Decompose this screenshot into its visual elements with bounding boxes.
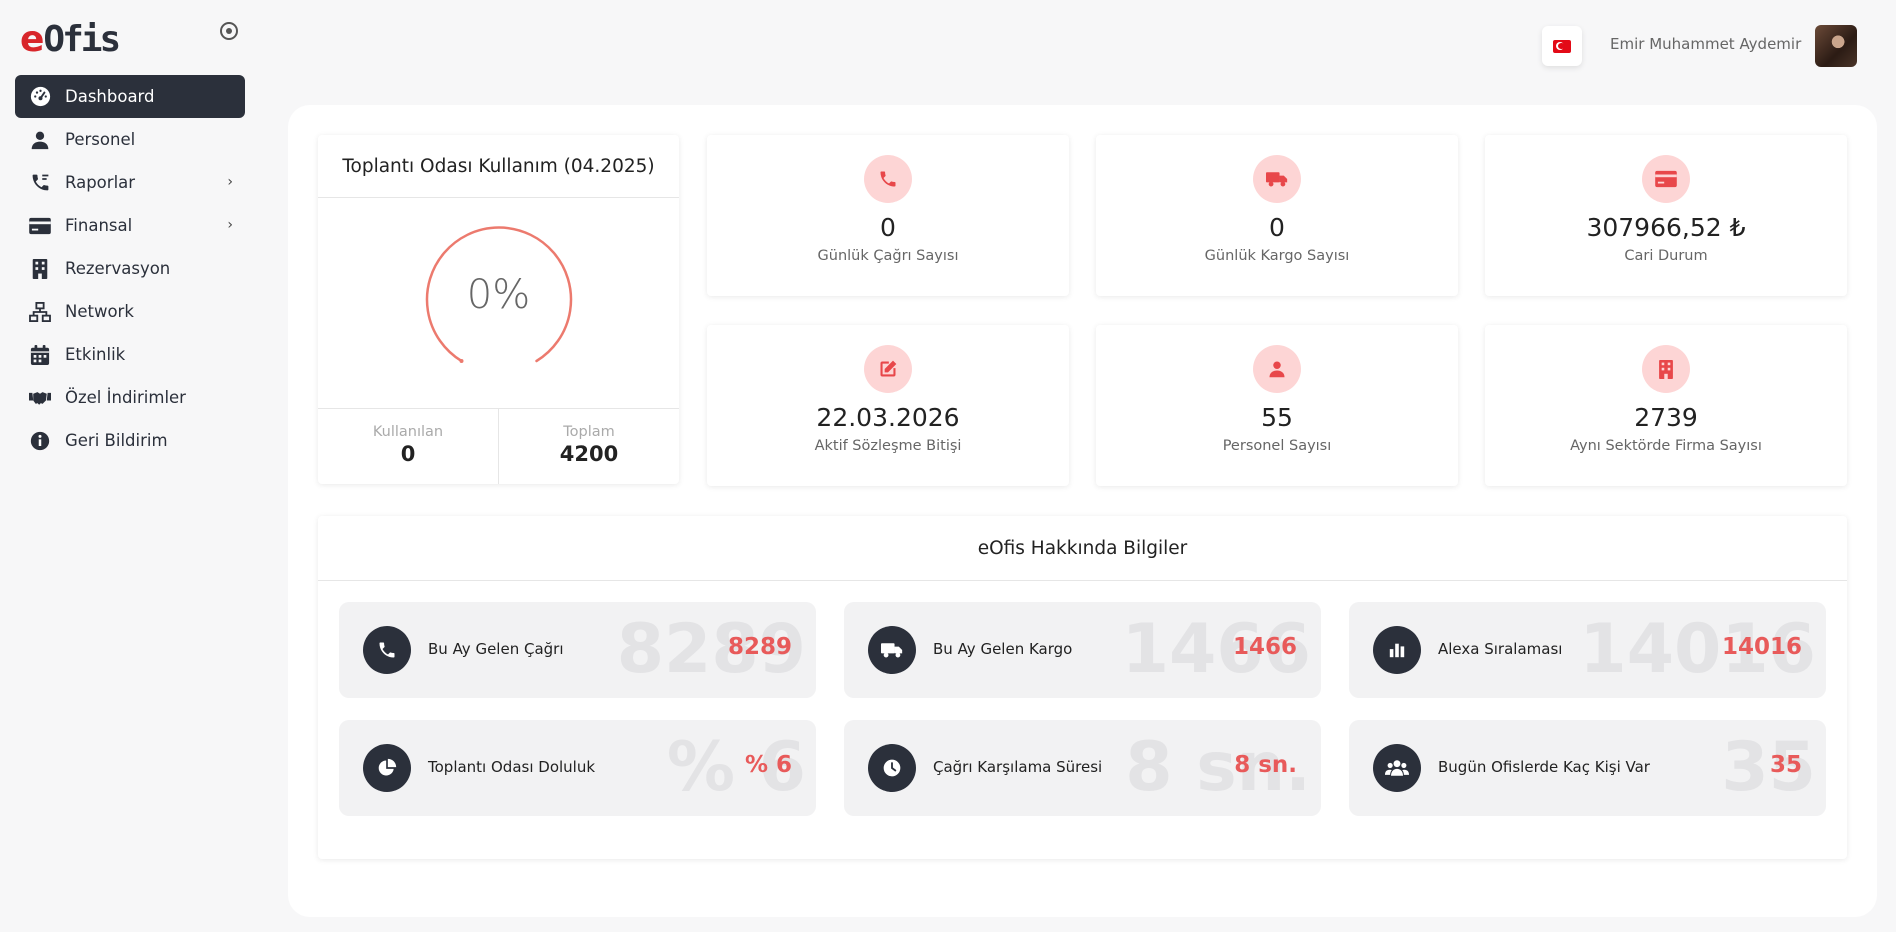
monthly-calls-box: 8289 Bu Ay Gelen Çağrı 8289 [339,602,816,698]
phone-icon [363,626,411,674]
sidebar-item-finansal[interactable]: Finansal › [15,204,245,247]
stat-label: Günlük Çağrı Sayısı [817,248,959,264]
language-selector[interactable] [1542,26,1582,66]
info-label: Bu Ay Gelen Çağrı [428,640,564,658]
daily-cargo-card: 0 Günlük Kargo Sayısı [1096,135,1458,296]
gauge-percent: 0% [466,272,531,318]
used-value: 0 [400,442,416,466]
sidebar-toggle-icon[interactable] [220,22,238,40]
info-icon [29,430,51,452]
meeting-room-occupancy-box: % 6 Toplantı Odası Doluluk % 6 [339,720,816,816]
info-value: 14016 [1721,634,1802,660]
chevron-right-icon: › [227,174,233,190]
stat-label: Personel Sayısı [1222,438,1332,454]
total-label: Toplam [563,424,615,440]
used-label: Kullanılan [372,424,444,440]
building-icon [29,258,51,280]
building-icon [1642,345,1690,393]
network-icon [29,301,51,323]
clock-icon [868,744,916,792]
phone-icon [864,155,912,203]
sidebar: eOfis Dashboard Personel Raporlar › Fina… [0,0,260,932]
stat-value: 2739 [1634,403,1698,432]
truck-icon [868,626,916,674]
sidebar-item-label: Geri Bildirim [65,431,168,450]
sidebar-item-label: Rezervasyon [65,259,171,278]
user-icon [1253,345,1301,393]
info-value: 1466 [1232,634,1297,660]
stat-label: Cari Durum [1624,248,1708,264]
info-value: 35 [1769,752,1802,778]
sidebar-item-label: Dashboard [65,87,155,106]
same-sector-firms-card: 2739 Aynı Sektörde Firma Sayısı [1485,325,1847,486]
stat-value: 307966,52 ₺ [1586,213,1746,242]
total-value: 4200 [559,442,619,466]
stat-value: 22.03.2026 [816,403,960,432]
user-name[interactable]: Emir Muhammet Aydemir [1610,35,1801,53]
sidebar-menu: Dashboard Personel Raporlar › Finansal › [15,75,245,462]
sidebar-item-label: Network [65,302,134,321]
sidebar-item-network[interactable]: Network [15,290,245,333]
stat-value: 0 [1269,213,1285,242]
sidebar-item-geri-bildirim[interactable]: Geri Bildirim [15,419,245,462]
eofis-logo[interactable]: eOfis [20,18,121,62]
sidebar-item-label: Özel İndirimler [65,388,186,407]
users-icon [1373,744,1421,792]
total-stat: Toplam 4200 [498,409,679,484]
credit-card-icon [29,215,51,237]
logo-text: Ofis [43,19,121,60]
chevron-right-icon: › [227,217,233,233]
sidebar-item-raporlar[interactable]: Raporlar › [15,161,245,204]
info-label: Çağrı Karşılama Süresi [933,758,1103,776]
stat-value: 55 [1261,403,1293,432]
people-in-offices-box: 35 Bugün Ofislerde Kaç Kişi Var 35 [1349,720,1826,816]
info-value: 8289 [727,634,792,660]
sidebar-item-etkinlik[interactable]: Etkinlik [15,333,245,376]
staff-count-card: 55 Personel Sayısı [1096,325,1458,486]
stat-label: Aktif Sözleşme Bitişi [814,438,962,454]
avatar[interactable] [1815,25,1857,67]
sidebar-item-ozel-indirimler[interactable]: Özel İndirimler [15,376,245,419]
edit-icon [864,345,912,393]
info-label: Alexa Sıralaması [1438,640,1563,658]
sidebar-item-label: Etkinlik [65,345,126,364]
turkey-flag-icon [1553,39,1571,53]
info-value: % 6 [744,752,792,778]
sidebar-item-label: Finansal [65,216,133,235]
daily-calls-card: 0 Günlük Çağrı Sayısı [707,135,1069,296]
handshake-icon [29,387,51,409]
monthly-cargo-box: 1466 Bu Ay Gelen Kargo 1466 [844,602,1321,698]
eofis-info-card: eOfis Hakkında Bilgiler 8289 Bu Ay Gelen… [318,516,1847,859]
pie-chart-icon [363,744,411,792]
info-label: Toplantı Odası Doluluk [428,758,596,776]
meeting-room-usage-card: Toplantı Odası Kullanım (04.2025) 0% Kul… [318,135,679,484]
stat-label: Günlük Kargo Sayısı [1204,248,1350,264]
truck-icon [1253,155,1301,203]
info-label: Bu Ay Gelen Kargo [933,640,1073,658]
stat-value: 0 [880,213,896,242]
calendar-icon [29,344,51,366]
dashboard-icon [29,86,51,108]
sidebar-item-dashboard[interactable]: Dashboard [15,75,245,118]
user-icon [29,129,51,151]
info-title: eOfis Hakkında Bilgiler [318,516,1847,581]
info-value: 8 sn. [1234,752,1297,778]
sidebar-item-label: Personel [65,130,136,149]
alexa-rank-box: 14016 Alexa Sıralaması 14016 [1349,602,1826,698]
bar-chart-icon [1373,626,1421,674]
stat-label: Aynı Sektörde Firma Sayısı [1570,438,1762,454]
meeting-room-title: Toplantı Odası Kullanım (04.2025) [318,135,679,198]
credit-card-icon [1642,155,1690,203]
used-stat: Kullanılan 0 [318,409,498,484]
meeting-room-stats: Kullanılan 0 Toplam 4200 [318,408,679,484]
current-balance-card: 307966,52 ₺ Cari Durum [1485,135,1847,296]
logo-e: e [20,19,44,60]
sidebar-item-personel[interactable]: Personel [15,118,245,161]
info-label: Bugün Ofislerde Kaç Kişi Var [1438,758,1650,776]
sidebar-item-rezervasyon[interactable]: Rezervasyon [15,247,245,290]
call-answer-time-box: 8 sn. Çağrı Karşılama Süresi 8 sn. [844,720,1321,816]
contract-end-card: 22.03.2026 Aktif Sözleşme Bitişi [707,325,1069,486]
sidebar-item-label: Raporlar [65,173,136,192]
phone-report-icon [29,172,51,194]
